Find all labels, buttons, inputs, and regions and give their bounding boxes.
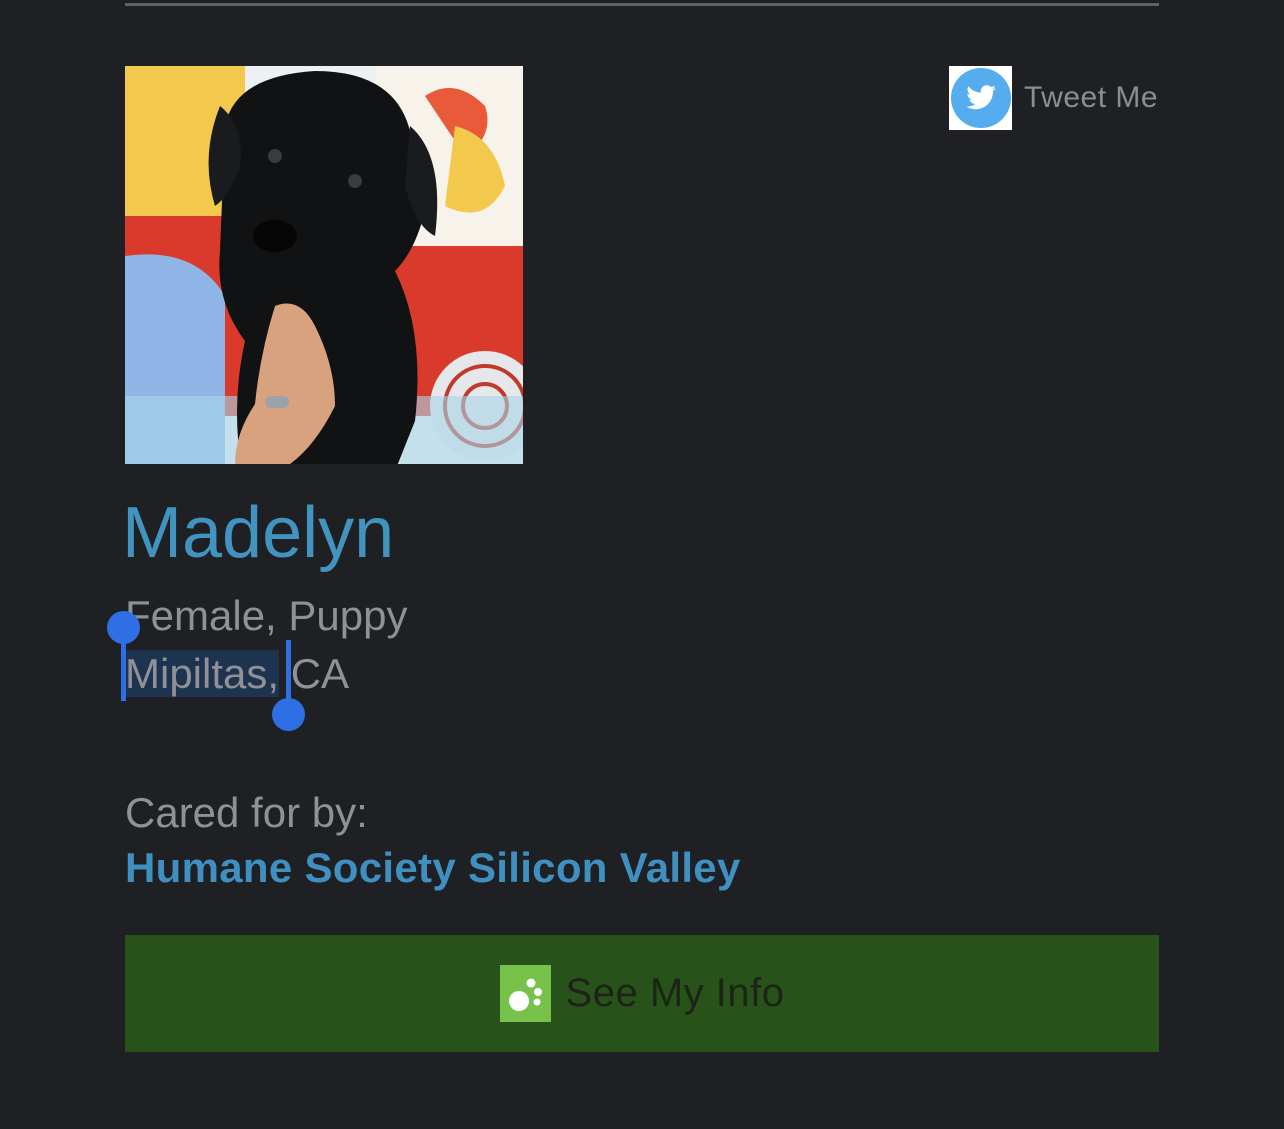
selection-end-handle[interactable] xyxy=(272,698,305,731)
shelter-link[interactable]: Humane Society Silicon Valley xyxy=(125,842,741,894)
selection-end-bar xyxy=(286,640,291,701)
puppy-photo-illustration xyxy=(125,66,523,464)
see-my-info-label: See My Info xyxy=(565,971,785,1015)
selection-start-handle[interactable] xyxy=(107,611,140,644)
cared-for-label: Cared for by: xyxy=(125,789,368,836)
tweet-me-label: Tweet Me xyxy=(1024,81,1159,114)
pet-location: Mipiltas, CA xyxy=(125,648,349,700)
paw-icon xyxy=(499,965,551,1022)
see-my-info-button[interactable]: See My Info xyxy=(125,935,1159,1052)
pet-photo[interactable] xyxy=(125,66,523,464)
pet-description: Female, Puppy xyxy=(125,592,408,639)
selected-text: Mipiltas, xyxy=(125,650,280,697)
selection-start-bar xyxy=(121,640,126,701)
tweet-me-link[interactable]: Tweet Me xyxy=(949,66,1158,130)
twitter-bird-icon xyxy=(949,66,1012,130)
pet-name-heading: Madelyn xyxy=(122,493,395,573)
top-divider xyxy=(125,3,1159,6)
